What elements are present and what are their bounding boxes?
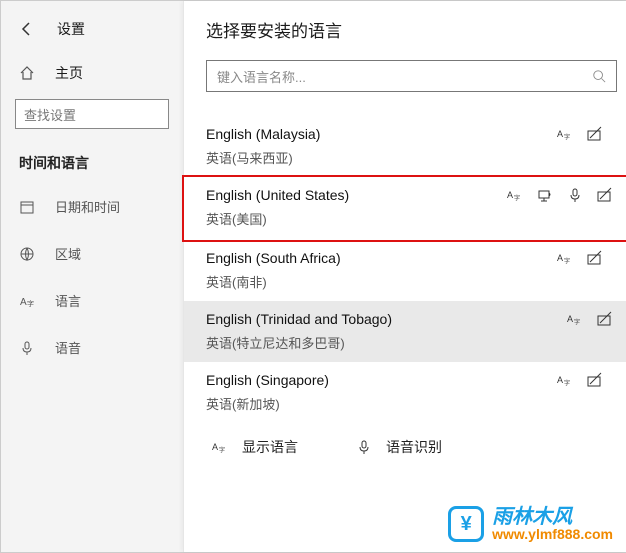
svg-text:字: 字 xyxy=(219,446,225,454)
handwriting-icon xyxy=(587,126,603,142)
sidebar-item-region[interactable]: 区域 xyxy=(1,230,183,277)
speech-recognition-icon xyxy=(567,187,583,203)
feature-icons: A字 xyxy=(557,250,603,266)
language-list: English (Malaysia) 英语(马来西亚) A字 English (… xyxy=(206,116,617,457)
svg-text:A: A xyxy=(557,375,563,385)
settings-title: 设置 xyxy=(57,19,85,39)
svg-text:字: 字 xyxy=(514,194,520,202)
language-primary: English (Singapore) xyxy=(206,372,617,388)
sidebar-item-language[interactable]: A字 语言 xyxy=(1,277,183,324)
svg-text:字: 字 xyxy=(27,299,34,308)
svg-text:字: 字 xyxy=(564,257,570,265)
language-secondary: 英语(新加坡) xyxy=(206,394,617,413)
display-language-icon: A字 xyxy=(507,187,523,203)
handwriting-icon xyxy=(587,250,603,266)
sidebar-item-datetime[interactable]: 日期和时间 xyxy=(1,183,183,230)
dialog-title: 选择要安装的语言 xyxy=(206,17,617,42)
language-item[interactable]: English (Singapore) 英语(新加坡) A字 xyxy=(206,362,617,423)
svg-text:字: 字 xyxy=(564,379,570,387)
svg-text:字: 字 xyxy=(564,133,570,141)
watermark: ¥ 雨林木风 www.ylmf888.com xyxy=(448,506,613,542)
globe-icon xyxy=(19,246,37,262)
handwriting-icon xyxy=(587,372,603,388)
language-dialog: 选择要安装的语言 键入语言名称... English (Malaysia) 英语… xyxy=(183,1,626,552)
language-primary: English (South Africa) xyxy=(206,250,617,266)
legend-row: A字 显示语言 语音识别 xyxy=(206,423,617,457)
language-secondary: 英语(美国) xyxy=(206,209,617,228)
language-item[interactable]: English (Trinidad and Tobago) 英语(特立尼达和多巴… xyxy=(184,301,626,362)
sidebar-item-label: 区域 xyxy=(55,244,81,263)
feature-icons: A字 xyxy=(557,126,603,142)
svg-text:A: A xyxy=(557,253,563,263)
language-search-placeholder: 键入语言名称... xyxy=(217,67,306,86)
watermark-url: www.ylmf888.com xyxy=(492,527,613,541)
language-search-input[interactable]: 键入语言名称... xyxy=(206,60,617,92)
sidebar-search-placeholder: 查找设置 xyxy=(24,105,76,124)
header-row: 设置 xyxy=(1,13,183,53)
sidebar-home[interactable]: 主页 xyxy=(1,53,183,93)
svg-text:A: A xyxy=(212,442,218,452)
svg-text:A: A xyxy=(507,190,513,200)
handwriting-icon xyxy=(597,187,613,203)
display-language-icon: A字 xyxy=(557,372,573,388)
text-to-speech-icon xyxy=(537,187,553,203)
svg-text:字: 字 xyxy=(574,318,580,326)
display-language-icon: A字 xyxy=(212,439,228,455)
language-primary: English (Trinidad and Tobago) xyxy=(206,311,617,327)
calendar-icon xyxy=(19,199,37,215)
sidebar-search[interactable]: 查找设置 xyxy=(15,99,169,129)
sidebar-item-label: 语言 xyxy=(55,291,81,310)
language-item[interactable]: English (Malaysia) 英语(马来西亚) A字 xyxy=(206,116,617,177)
feature-icons: A字 xyxy=(507,187,613,203)
search-icon xyxy=(592,69,606,83)
feature-icons: A字 xyxy=(567,311,613,327)
microphone-icon xyxy=(19,340,37,356)
handwriting-icon xyxy=(597,311,613,327)
display-language-icon: A字 xyxy=(567,311,583,327)
sidebar-item-speech[interactable]: 语音 xyxy=(1,324,183,371)
language-icon: A字 xyxy=(19,293,37,309)
language-item[interactable]: English (United States) 英语(美国) A字 xyxy=(182,175,626,242)
legend-label: 语音识别 xyxy=(386,437,442,457)
display-language-icon: A字 xyxy=(557,126,573,142)
language-item[interactable]: English (South Africa) 英语(南非) A字 xyxy=(206,240,617,301)
sidebar-section-title: 时间和语言 xyxy=(1,143,183,183)
language-secondary: 英语(马来西亚) xyxy=(206,148,617,167)
sidebar-item-label: 语音 xyxy=(55,338,81,357)
language-primary: English (Malaysia) xyxy=(206,126,617,142)
home-icon xyxy=(19,65,35,81)
sidebar-item-label: 日期和时间 xyxy=(55,197,120,216)
settings-sidebar: 设置 主页 查找设置 时间和语言 日期和时间 区域 A字 语言 语音 xyxy=(1,1,183,552)
language-secondary: 英语(特立尼达和多巴哥) xyxy=(206,333,617,352)
sidebar-home-label: 主页 xyxy=(55,63,83,83)
watermark-logo-icon: ¥ xyxy=(448,506,484,542)
back-icon[interactable] xyxy=(19,21,35,37)
language-secondary: 英语(南非) xyxy=(206,272,617,291)
legend-label: 显示语言 xyxy=(242,437,298,457)
feature-icons: A字 xyxy=(557,372,603,388)
display-language-icon: A字 xyxy=(557,250,573,266)
svg-text:A: A xyxy=(567,314,573,324)
svg-text:A: A xyxy=(557,129,563,139)
svg-text:A: A xyxy=(20,297,27,308)
watermark-brand: 雨林木风 xyxy=(492,507,613,527)
speech-recognition-icon xyxy=(356,439,372,455)
